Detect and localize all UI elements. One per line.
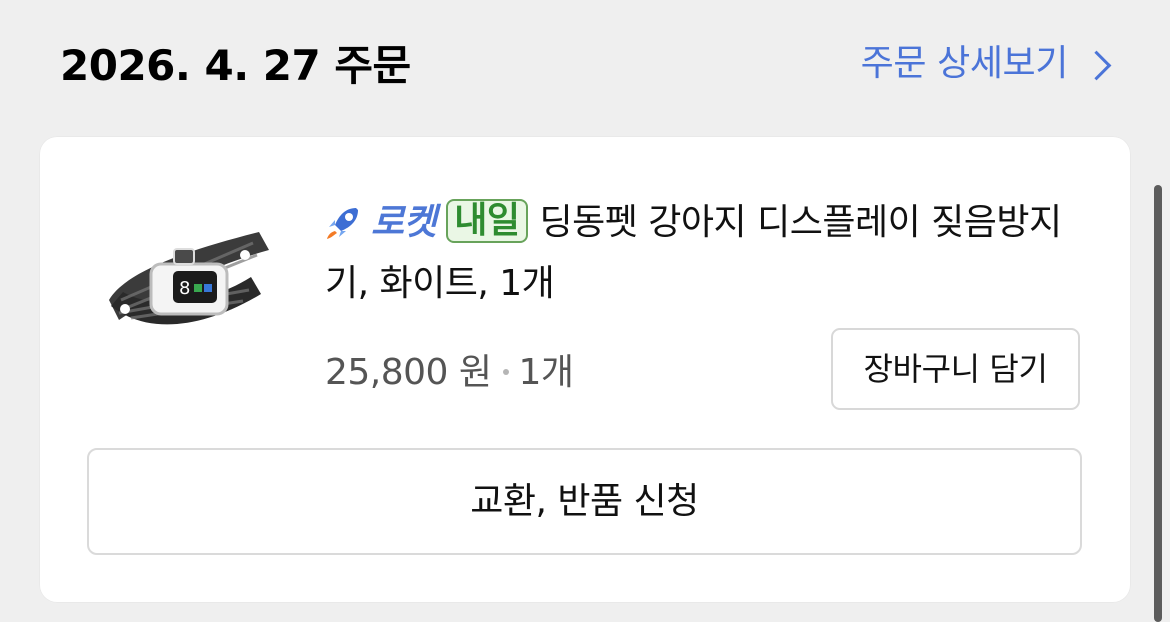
tomorrow-badge: 내일 — [446, 199, 528, 243]
chevron-right-icon — [1081, 50, 1112, 80]
collar-display-blue-square — [204, 284, 212, 292]
product-image[interactable]: 8 — [91, 212, 281, 352]
product-title[interactable]: 로켓 내일 딩동펫 강아지 디스플레이 짖음방지기, 화이트, 1개 — [325, 192, 1085, 314]
add-to-cart-button[interactable]: 장바구니 담기 — [831, 328, 1080, 410]
price-quantity-row: 25,800 원 1개 — [325, 348, 574, 398]
separator-dot — [502, 369, 509, 375]
order-detail-link[interactable]: 주문 상세보기 — [861, 39, 1112, 89]
order-detail-label: 주문 상세보기 — [860, 43, 1069, 84]
collar-display-number: 8 — [179, 278, 190, 299]
collar-buckle — [173, 248, 195, 265]
rocket-delivery-label: 로켓 — [371, 202, 437, 243]
collar-display-green-square — [194, 284, 202, 292]
rocket-icon — [327, 208, 358, 239]
product-quantity: 1개 — [518, 352, 575, 393]
vertical-scrollbar[interactable] — [1154, 185, 1162, 622]
rocket-window — [345, 213, 353, 221]
order-card: 8 로켓 내일 딩동펫 강아지 디스플레이 짖음방지기, 화이트, 1개 25,80… — [39, 136, 1131, 603]
collar-light-left — [120, 304, 130, 314]
collar-light-right — [240, 250, 250, 260]
return-request-button[interactable]: 교환, 반품 신청 — [87, 448, 1082, 555]
rocket-flame — [327, 231, 337, 239]
order-date: 2026. 4. 27 주문 — [60, 41, 411, 90]
product-price: 25,800 원 — [325, 352, 492, 393]
